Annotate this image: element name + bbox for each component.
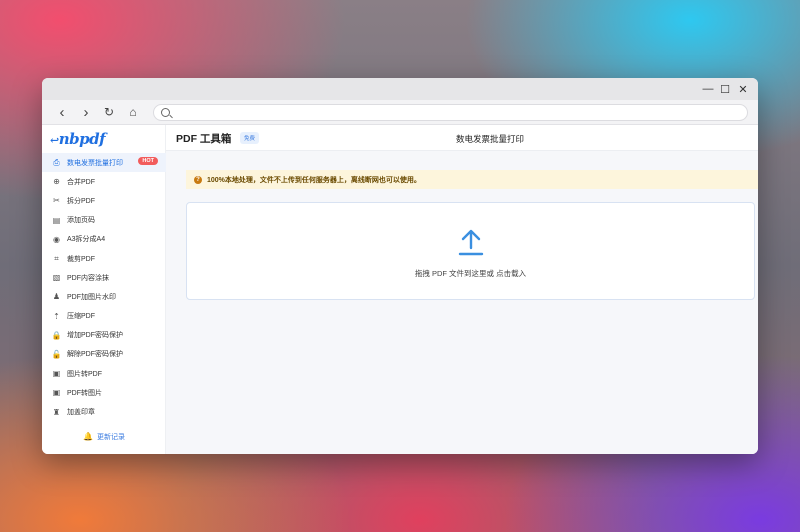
notice-text: 100%本地处理，文件不上传到任何服务器上，离线断网也可以使用。	[207, 176, 421, 184]
forward-icon[interactable]: ›	[78, 104, 94, 121]
sidebar-item-label: A3拆分成A4	[67, 236, 106, 244]
question-icon: ?	[194, 175, 202, 184]
page-number-icon: ▤	[52, 215, 61, 225]
sidebar-item[interactable]: ▤ 添加页码	[42, 211, 166, 230]
compress-icon: ⇡	[53, 311, 60, 321]
sidebar-item[interactable]: ⎙ 数电发票批量打印 HOT	[42, 153, 166, 173]
sidebar-item[interactable]: ◉ A3拆分成A4	[42, 230, 166, 249]
maximize-icon[interactable]: ☐	[717, 81, 733, 97]
pdf-dropzone[interactable]: 拖拽 PDF 文件到这里或 点击载入	[186, 202, 755, 300]
smudge-icon: ▧	[52, 273, 61, 283]
sidebar-item[interactable]: ✂ 拆分PDF	[42, 191, 166, 210]
sidebar-item-label: PDF内容涂抹	[67, 274, 109, 282]
sidebar-item-label: 图片转PDF	[67, 370, 102, 378]
sidebar-item-label: 解除PDF密码保护	[67, 351, 123, 359]
sidebar-item[interactable]: ♜ 加盖印章	[42, 402, 166, 421]
sidebar-item[interactable]: ⊕ 合并PDF	[42, 172, 166, 191]
bell-icon: 🔔	[83, 432, 93, 441]
sidebar-item-label: 压缩PDF	[67, 313, 95, 321]
home-icon[interactable]: ⌂	[125, 104, 141, 120]
image-icon: ▣	[52, 388, 61, 398]
logo-arrow-icon: ↩	[50, 134, 59, 147]
page-title: 数电发票批量打印	[456, 134, 525, 144]
seal-icon: ♜	[52, 407, 61, 417]
local-processing-notice: ? 100%本地处理，文件不上传到任何服务器上，离线断网也可以使用。	[186, 170, 758, 189]
update-log-link[interactable]: 🔔 更新记录	[42, 432, 166, 442]
sidebar-item-label: 数电发票批量打印	[67, 159, 123, 167]
sidebar-item[interactable]: ▣ PDF转图片	[42, 383, 166, 402]
sidebar-item-label: PDF转图片	[67, 389, 102, 397]
search-icon	[161, 108, 170, 117]
sidebar-item[interactable]: 🔓 解除PDF密码保护	[42, 345, 166, 364]
sidebar-item[interactable]: ▧ PDF内容涂抹	[42, 268, 166, 287]
title-bar: — ☐ ✕	[42, 78, 758, 100]
sidebar-item[interactable]: ▣ 图片转PDF	[42, 364, 166, 383]
sidebar-menu: ⎙ 数电发票批量打印 HOT ⊕ 合并PDF ✂ 拆分PDF ▤ 添加页码 ◉ A3拆分成A4 ⌗ 裁剪…	[42, 153, 166, 422]
upload-icon	[458, 229, 484, 256]
sidebar-item[interactable]: ⌗ 裁剪PDF	[42, 249, 166, 268]
lock-icon: 🔒	[51, 330, 62, 340]
merge-icon: ⊕	[53, 177, 60, 187]
sidebar-item-label: 拆分PDF	[67, 197, 95, 205]
address-bar[interactable]	[153, 104, 748, 121]
sidebar-item-label: 裁剪PDF	[67, 255, 95, 263]
back-icon[interactable]: ‹	[54, 104, 70, 121]
app-title: PDF 工具箱	[176, 133, 232, 145]
eye-icon: ◉	[53, 234, 60, 244]
browser-window: — ☐ ✕ ‹ › ↻ ⌂ ↩nbpdf ⎙ 数电发票批量打印 HOT ⊕ 合并PDF ✂…	[42, 78, 758, 454]
image-icon: ▣	[52, 369, 61, 379]
sidebar-item[interactable]: 🔒 增加PDF密码保护	[42, 326, 166, 345]
sidebar-item-label: 添加页码	[67, 217, 95, 225]
main-panel: PDF 工具箱 免费 数电发票批量打印 ? 100%本地处理，文件不上传到任何服…	[166, 125, 758, 454]
logo[interactable]: ↩nbpdf	[50, 130, 106, 148]
sidebar: ↩nbpdf ⎙ 数电发票批量打印 HOT ⊕ 合并PDF ✂ 拆分PDF ▤ 添加页码 ◉ A3拆…	[42, 125, 166, 454]
scissors-icon: ✂	[53, 196, 60, 206]
crop-icon: ⌗	[54, 253, 59, 263]
reload-icon[interactable]: ↻	[101, 104, 117, 120]
unlock-icon: 🔓	[51, 349, 62, 359]
print-icon: ⎙	[53, 157, 60, 167]
sidebar-item[interactable]: ⇡ 压缩PDF	[42, 307, 166, 326]
app-root: ↩nbpdf ⎙ 数电发票批量打印 HOT ⊕ 合并PDF ✂ 拆分PDF ▤ 添加页码 ◉ A3拆…	[42, 125, 758, 454]
browser-toolbar: ‹ › ↻ ⌂	[42, 100, 758, 125]
sidebar-item[interactable]: ♟ PDF加图片水印	[42, 287, 166, 306]
sidebar-item-label: 合并PDF	[67, 178, 95, 186]
close-icon[interactable]: ✕	[735, 81, 751, 97]
free-badge: 免费	[240, 132, 260, 144]
dropzone-text: 拖拽 PDF 文件到这里或 点击载入	[414, 269, 527, 278]
stamp-icon: ♟	[52, 292, 61, 302]
sidebar-item-label: 增加PDF密码保护	[67, 332, 123, 340]
app-header: PDF 工具箱 免费 数电发票批量打印	[166, 125, 758, 151]
sidebar-item-label: PDF加图片水印	[67, 293, 116, 301]
minimize-icon[interactable]: —	[700, 81, 716, 97]
sidebar-item-label: 加盖印章	[67, 409, 95, 417]
hot-badge: HOT	[138, 157, 158, 165]
